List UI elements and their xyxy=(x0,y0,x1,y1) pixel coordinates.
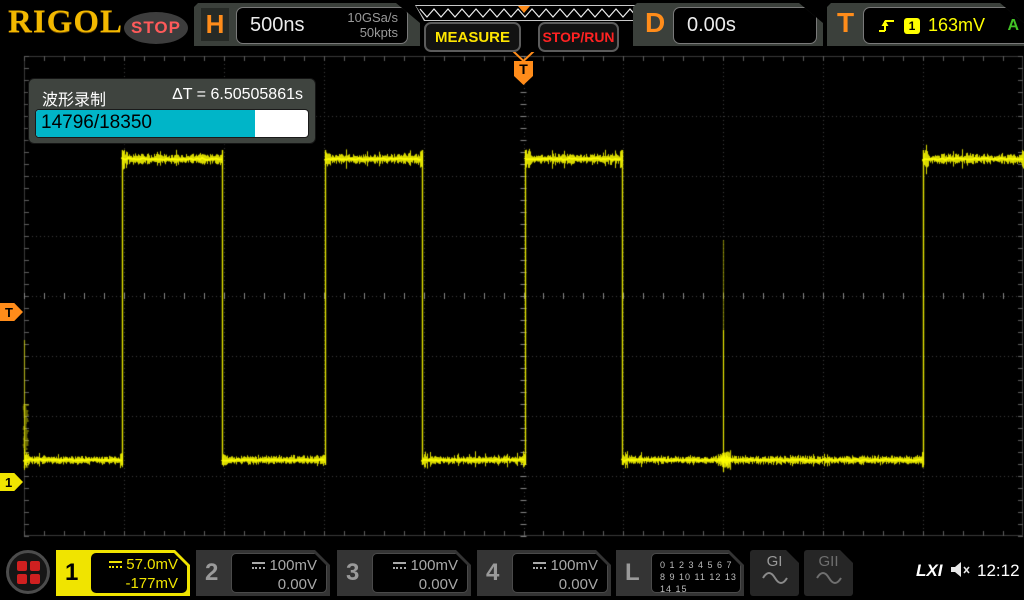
logic-row-2: 8 9 10 11 12 13 14 15 xyxy=(660,571,740,595)
dc-coupling-icon xyxy=(532,561,547,571)
brand-logo: RIGOL xyxy=(8,4,123,41)
channel-1-scale: 57.0mV xyxy=(126,556,178,573)
logic-row-1: 0 1 2 3 4 5 6 7 xyxy=(660,559,740,571)
clock-time: 12:12 xyxy=(977,561,1020,581)
channel-2-offset: 0.00V xyxy=(232,575,317,594)
trigger-position-marker-label: T xyxy=(510,61,537,77)
dc-coupling-icon xyxy=(392,561,407,571)
sample-rate-stack: 10GSa/s 50kpts xyxy=(347,10,398,40)
g1-sine-icon xyxy=(760,570,790,586)
horizontal-display: 500ns 10GSa/s 50kpts xyxy=(236,7,408,44)
g2-source-button[interactable]: GII xyxy=(804,550,853,596)
channel-2-number: 2 xyxy=(205,559,218,587)
channel-2-button[interactable]: 2 100mV 0.00V xyxy=(196,550,330,596)
channel-3-button[interactable]: 3 100mV 0.00V xyxy=(337,550,471,596)
stop-run-button[interactable]: STOP/RUN xyxy=(538,22,619,52)
channel-3-offset: 0.00V xyxy=(373,575,458,594)
horizontal-settings-box[interactable]: H 500ns 10GSa/s 50kpts xyxy=(194,3,420,46)
channel-2-scale: 100mV xyxy=(269,557,317,574)
trigger-label: T xyxy=(837,7,854,39)
g1-label: GI xyxy=(750,553,799,570)
logic-display: 0 1 2 3 4 5 6 7 8 9 10 11 12 13 14 15 xyxy=(651,553,741,593)
speaker-muted-icon xyxy=(950,561,972,579)
delay-display: 0.00s xyxy=(673,7,817,44)
timebase-value: 500ns xyxy=(250,14,305,37)
channel-3-scale: 100mV xyxy=(410,557,458,574)
channel-1-button[interactable]: 1 57.0mV -177mV xyxy=(56,550,190,596)
channel-4-scale: 100mV xyxy=(550,557,598,574)
sample-rate: 10GSa/s xyxy=(347,10,398,25)
record-progress-text: 14796/18350 xyxy=(41,112,152,134)
channel1-position-marker-label: 1 xyxy=(5,475,12,490)
record-delta-t: ΔT = 6.50505861s xyxy=(172,86,303,110)
channel-1-offset: -177mV xyxy=(91,574,178,593)
trigger-slope-icon xyxy=(877,17,896,34)
delay-value: 0.00s xyxy=(687,14,736,37)
measure-button[interactable]: MEASURE xyxy=(424,22,521,52)
channel-1-number: 1 xyxy=(65,559,78,587)
waveform-preview-strip[interactable] xyxy=(415,5,643,21)
trigger-mode: A xyxy=(1007,17,1019,35)
dc-coupling-icon xyxy=(108,560,123,570)
menu-button[interactable] xyxy=(6,550,50,594)
g2-sine-icon xyxy=(814,570,844,586)
memory-depth: 50kpts xyxy=(347,25,398,40)
menu-grid-icon xyxy=(17,561,39,583)
channel-4-display: 100mV 0.00V xyxy=(512,553,608,593)
channel-4-number: 4 xyxy=(486,559,499,587)
trigger-level-value: 163mV xyxy=(928,15,985,36)
delay-box[interactable]: D 0.00s xyxy=(633,3,823,46)
g2-label: GII xyxy=(804,553,853,570)
channel-4-button[interactable]: 4 100mV 0.00V xyxy=(477,550,611,596)
logic-label: L xyxy=(625,559,640,587)
header-bar: RIGOL STOP H 500ns 10GSa/s 50kpts MEASUR… xyxy=(0,0,1024,52)
trigger-level-marker-label: T xyxy=(5,305,13,320)
channel-3-display: 100mV 0.00V xyxy=(372,553,468,593)
channel-3-number: 3 xyxy=(346,559,359,587)
waveform-record-popup: 波形录制 ΔT = 6.50505861s 14796/18350 xyxy=(28,78,316,144)
trigger-source-badge: 1 xyxy=(904,18,920,34)
run-state-badge: STOP xyxy=(124,12,188,44)
channel-4-offset: 0.00V xyxy=(513,575,598,594)
trigger-position-marker[interactable]: T xyxy=(510,50,537,88)
lxi-status-label: LXI xyxy=(916,561,942,581)
delay-label: D xyxy=(645,7,665,39)
record-popup-title: 波形录制 xyxy=(42,86,106,110)
dc-coupling-icon xyxy=(251,561,266,571)
oscilloscope-screen: RIGOL STOP H 500ns 10GSa/s 50kpts MEASUR… xyxy=(0,0,1024,600)
g1-source-button[interactable]: GI xyxy=(750,550,799,596)
channel-1-display: 57.0mV -177mV xyxy=(91,553,187,593)
bottom-bar: 1 57.0mV -177mV 2 100mV 0.00V 3 100mV 0.… xyxy=(0,548,1024,600)
trigger-display: 1 163mV A xyxy=(863,7,1024,44)
horizontal-label: H xyxy=(201,8,229,41)
logic-channels-button[interactable]: L 0 1 2 3 4 5 6 7 8 9 10 11 12 13 14 15 xyxy=(616,550,744,596)
record-progress-bar: 14796/18350 xyxy=(35,109,309,138)
preview-trigger-marker-icon xyxy=(518,6,530,13)
trigger-box[interactable]: T 1 163mV A xyxy=(827,3,1024,46)
channel-2-display: 100mV 0.00V xyxy=(231,553,327,593)
